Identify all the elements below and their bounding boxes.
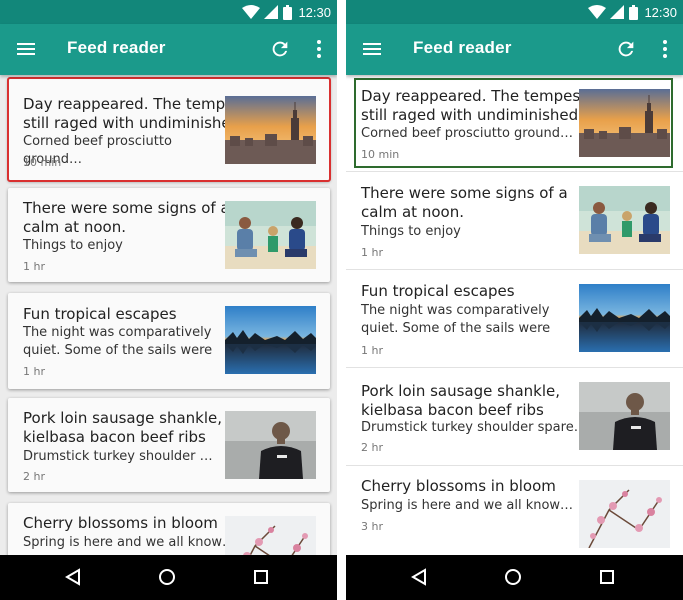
feed-list: Day reappeared. The tempest still raged w… [346,75,683,555]
signal-icon [610,5,625,19]
feed-row[interactable]: There were some signs of a calm at noon. … [346,172,683,270]
status-time: 12:30 [298,4,331,20]
cherry-blossom-image [579,480,670,548]
city-sunset-image [579,89,670,157]
card-time: 1 hr [23,365,45,378]
back-icon[interactable] [410,568,428,590]
feed-card[interactable]: There were some signs of a calm at noon. … [8,188,330,282]
card-title: Day reappeared. The tempest still raged w… [23,95,249,132]
battery-icon [629,4,639,20]
feed-row[interactable]: Fun tropical escapes The night was compa… [346,270,683,368]
feed-card[interactable]: Cherry blossoms in bloom Spring is here … [8,503,330,555]
cherry-blossom-image [225,516,316,555]
row-time: 1 hr [361,344,383,357]
refresh-icon[interactable] [269,38,291,60]
feed-list: Day reappeared. The tempest still raged w… [0,75,337,555]
family-beach-image [225,201,316,269]
row-summary: Spring is here and we all know… [361,498,574,513]
family-beach-image [579,186,670,254]
nav-bar [0,555,337,600]
feed-row[interactable]: Cherry blossoms in bloom Spring is here … [346,466,683,555]
menu-icon[interactable] [14,37,38,61]
row-time: 2 hr [361,441,383,454]
app-title: Feed reader [67,38,166,57]
status-time: 12:30 [644,4,677,20]
feed-card[interactable]: Pork loin sausage shankle, kielbasa bacon… [8,398,330,492]
status-bar: 12:30 [0,0,337,24]
row-summary: Drumstick turkey shoulder spare… [361,420,587,435]
tropical-sunset-image [579,284,670,352]
feed-card[interactable]: Day reappeared. The tempest still raged w… [7,77,331,182]
person-portrait-image [225,411,316,479]
row-title: There were some signs of a calm at noon. [361,184,568,221]
row-title: Day reappeared. The tempest still raged w… [361,87,587,124]
more-vert-icon[interactable] [315,38,323,60]
row-title: Pork loin sausage shankle, kielbasa bacon… [361,382,561,419]
refresh-icon[interactable] [615,38,637,60]
card-title: Pork loin sausage shankle, kielbasa bacon… [23,409,223,446]
feed-row[interactable]: Pork loin sausage shankle, kielbasa bacon… [346,368,683,466]
card-title: Cherry blossoms in bloom [23,514,218,532]
phone-left: 12:30 Feed reader Day reappeared. The te… [0,0,337,600]
card-title: There were some signs of a calm at noon. [23,199,230,236]
recents-icon[interactable] [252,568,270,590]
card-time: 10 min [23,156,62,169]
row-summary: Things to enjoy [361,224,461,239]
app-bar: Feed reader [0,24,337,75]
card-time: 1 hr [23,260,45,273]
tropical-sunset-image [225,306,316,374]
card-title: Fun tropical escapes [23,305,177,323]
row-title: Fun tropical escapes [361,282,515,300]
row-summary: Corned beef prosciutto ground… [361,126,574,141]
status-bar: 12:30 [346,0,683,24]
card-summary: The night was comparatively quiet. Some o… [23,325,213,358]
card-summary: Things to enjoy [23,238,123,253]
feed-row[interactable]: Day reappeared. The tempest still raged w… [346,75,683,172]
home-icon[interactable] [504,568,522,590]
signal-icon [264,5,279,19]
recents-icon[interactable] [598,568,616,590]
app-title: Feed reader [413,38,512,57]
wifi-icon [588,5,607,19]
card-time: 2 hr [23,470,45,483]
more-vert-icon[interactable] [661,38,669,60]
row-time: 10 min [361,148,400,161]
nav-bar [346,555,683,600]
feed-card[interactable]: Fun tropical escapes The night was compa… [8,293,330,389]
back-icon[interactable] [64,568,82,590]
row-title: Cherry blossoms in bloom [361,477,556,495]
wifi-icon [242,5,261,19]
row-time: 1 hr [361,246,383,259]
person-portrait-image [579,382,670,450]
menu-icon[interactable] [360,37,384,61]
home-icon[interactable] [158,568,176,590]
card-summary: Spring is here and we all know… [23,535,236,550]
card-summary: Drumstick turkey shoulder … [23,449,213,464]
phone-right: 12:30 Feed reader Day reappeared. The te… [346,0,683,600]
row-summary: The night was comparatively quiet. Some o… [361,303,551,336]
city-sunset-image [225,96,316,164]
row-time: 3 hr [361,520,383,533]
app-bar: Feed reader [346,24,683,75]
battery-icon [283,4,293,20]
